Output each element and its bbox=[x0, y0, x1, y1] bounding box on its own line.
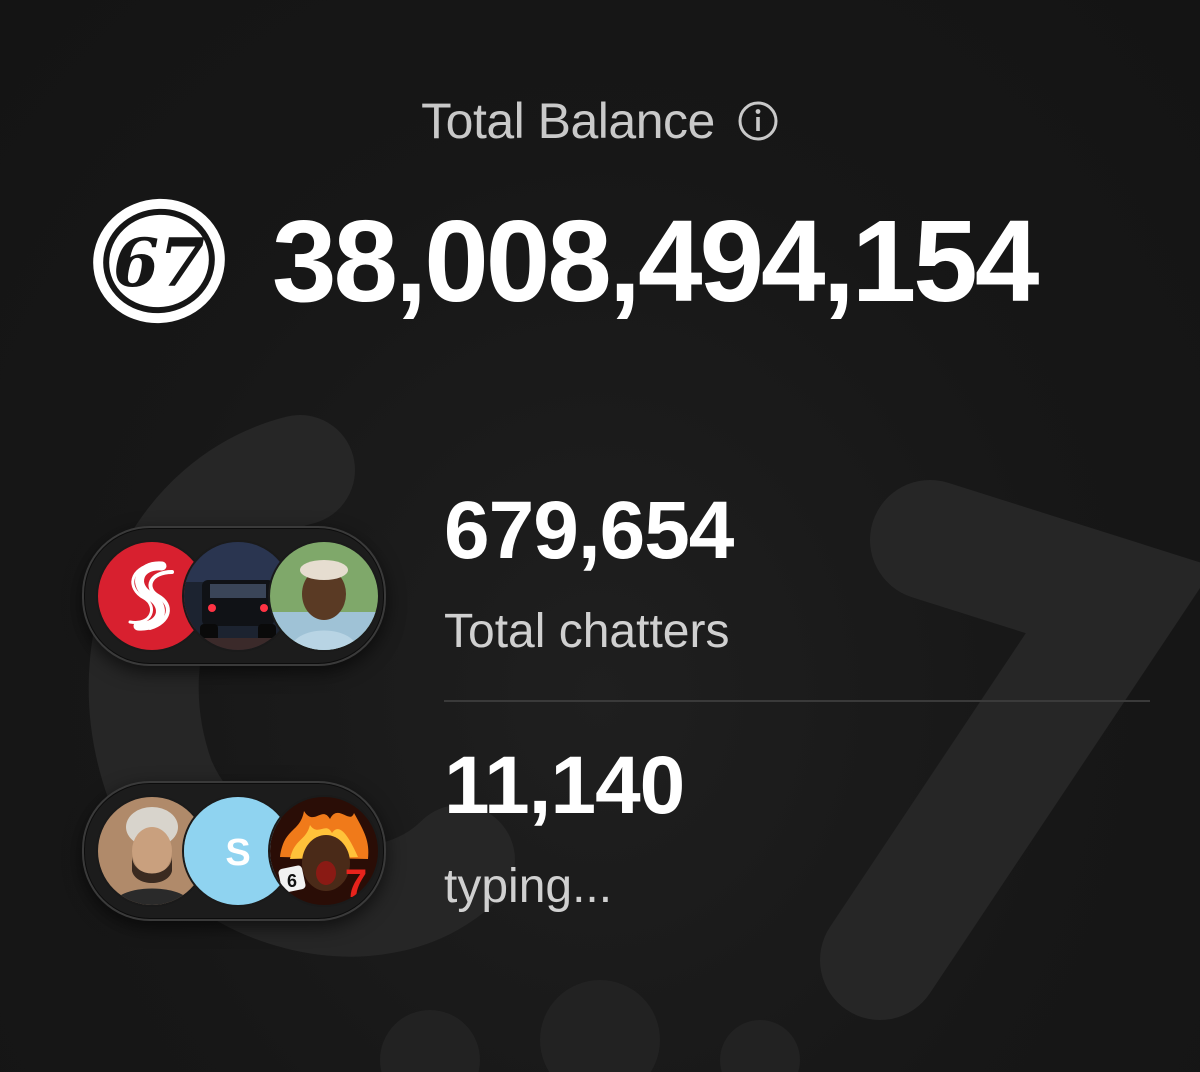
typing-avatar-group[interactable]: S 6 7 bbox=[82, 781, 386, 921]
balance-row: 67 38,008,494,154 bbox=[84, 186, 1134, 336]
balance-screen: Total Balance 67 38,008,494,154 679,654 … bbox=[0, 0, 1200, 1072]
typing-stat: S 6 7 11,140 typing... bbox=[82, 745, 1152, 925]
chatters-label: Total chatters bbox=[444, 605, 730, 658]
stat-divider bbox=[444, 700, 1150, 702]
boy-photo-avatar bbox=[268, 540, 380, 652]
chatters-count: 679,654 bbox=[444, 485, 734, 576]
total-balance-label: Total Balance bbox=[421, 93, 715, 149]
total-balance-value: 38,008,494,154 bbox=[272, 196, 1039, 326]
svg-text:67: 67 bbox=[113, 224, 205, 302]
fire-character-avatar: 6 7 bbox=[268, 795, 380, 907]
chatters-avatar-group[interactable] bbox=[82, 526, 386, 666]
typing-count: 11,140 bbox=[444, 740, 685, 831]
chatters-stat: 679,654 Total chatters bbox=[82, 490, 1152, 670]
balance-header: Total Balance bbox=[0, 92, 1200, 150]
coin-67-icon: 67 bbox=[84, 186, 234, 336]
svg-text:7: 7 bbox=[345, 862, 367, 905]
svg-text:S: S bbox=[225, 832, 250, 874]
svg-text:6: 6 bbox=[287, 871, 297, 891]
typing-label: typing... bbox=[444, 860, 613, 913]
info-icon[interactable] bbox=[737, 100, 779, 142]
